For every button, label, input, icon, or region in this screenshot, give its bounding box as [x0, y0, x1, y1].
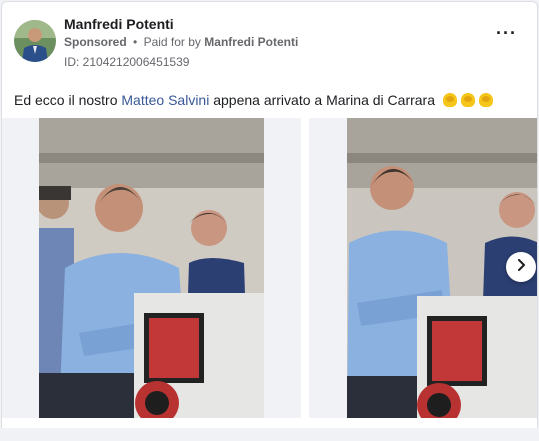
caption-text-start: Ed ecco il nostro [14, 92, 122, 108]
feed-gap [0, 428, 539, 441]
sponsored-line: Sponsored • Paid for by Manfredi Potenti [64, 35, 298, 49]
post-caption: Ed ecco il nostro Matteo Salvini appena … [14, 92, 493, 108]
carousel-item[interactable] [309, 118, 537, 418]
chevron-right-icon [515, 258, 527, 276]
ad-post-card: Manfredi Potenti Sponsored • Paid for by… [1, 1, 538, 434]
author-name[interactable]: Manfredi Potenti [64, 16, 174, 32]
carousel-item[interactable] [2, 118, 301, 418]
more-options-button[interactable]: ··· [496, 23, 517, 43]
flexed-biceps-icon [460, 93, 475, 107]
separator-dot: • [133, 35, 138, 49]
more-dots-icon: ··· [496, 23, 517, 43]
payer-name[interactable]: Manfredi Potenti [204, 35, 298, 49]
caption-text-end: appena arrivato a Marina di Carrara [209, 92, 435, 108]
author-avatar[interactable] [14, 20, 56, 62]
mention-link[interactable]: Matteo Salvini [121, 92, 209, 108]
flexed-biceps-icon [478, 93, 493, 107]
ad-id: ID: 2104212006451539 [64, 55, 190, 69]
paid-for-by-label: Paid for by [143, 35, 201, 49]
image-carousel [2, 118, 537, 418]
sponsored-label: Sponsored [64, 35, 127, 49]
carousel-next-button[interactable] [506, 252, 536, 282]
carousel-photo[interactable] [39, 118, 264, 418]
flexed-biceps-icon [442, 93, 457, 107]
